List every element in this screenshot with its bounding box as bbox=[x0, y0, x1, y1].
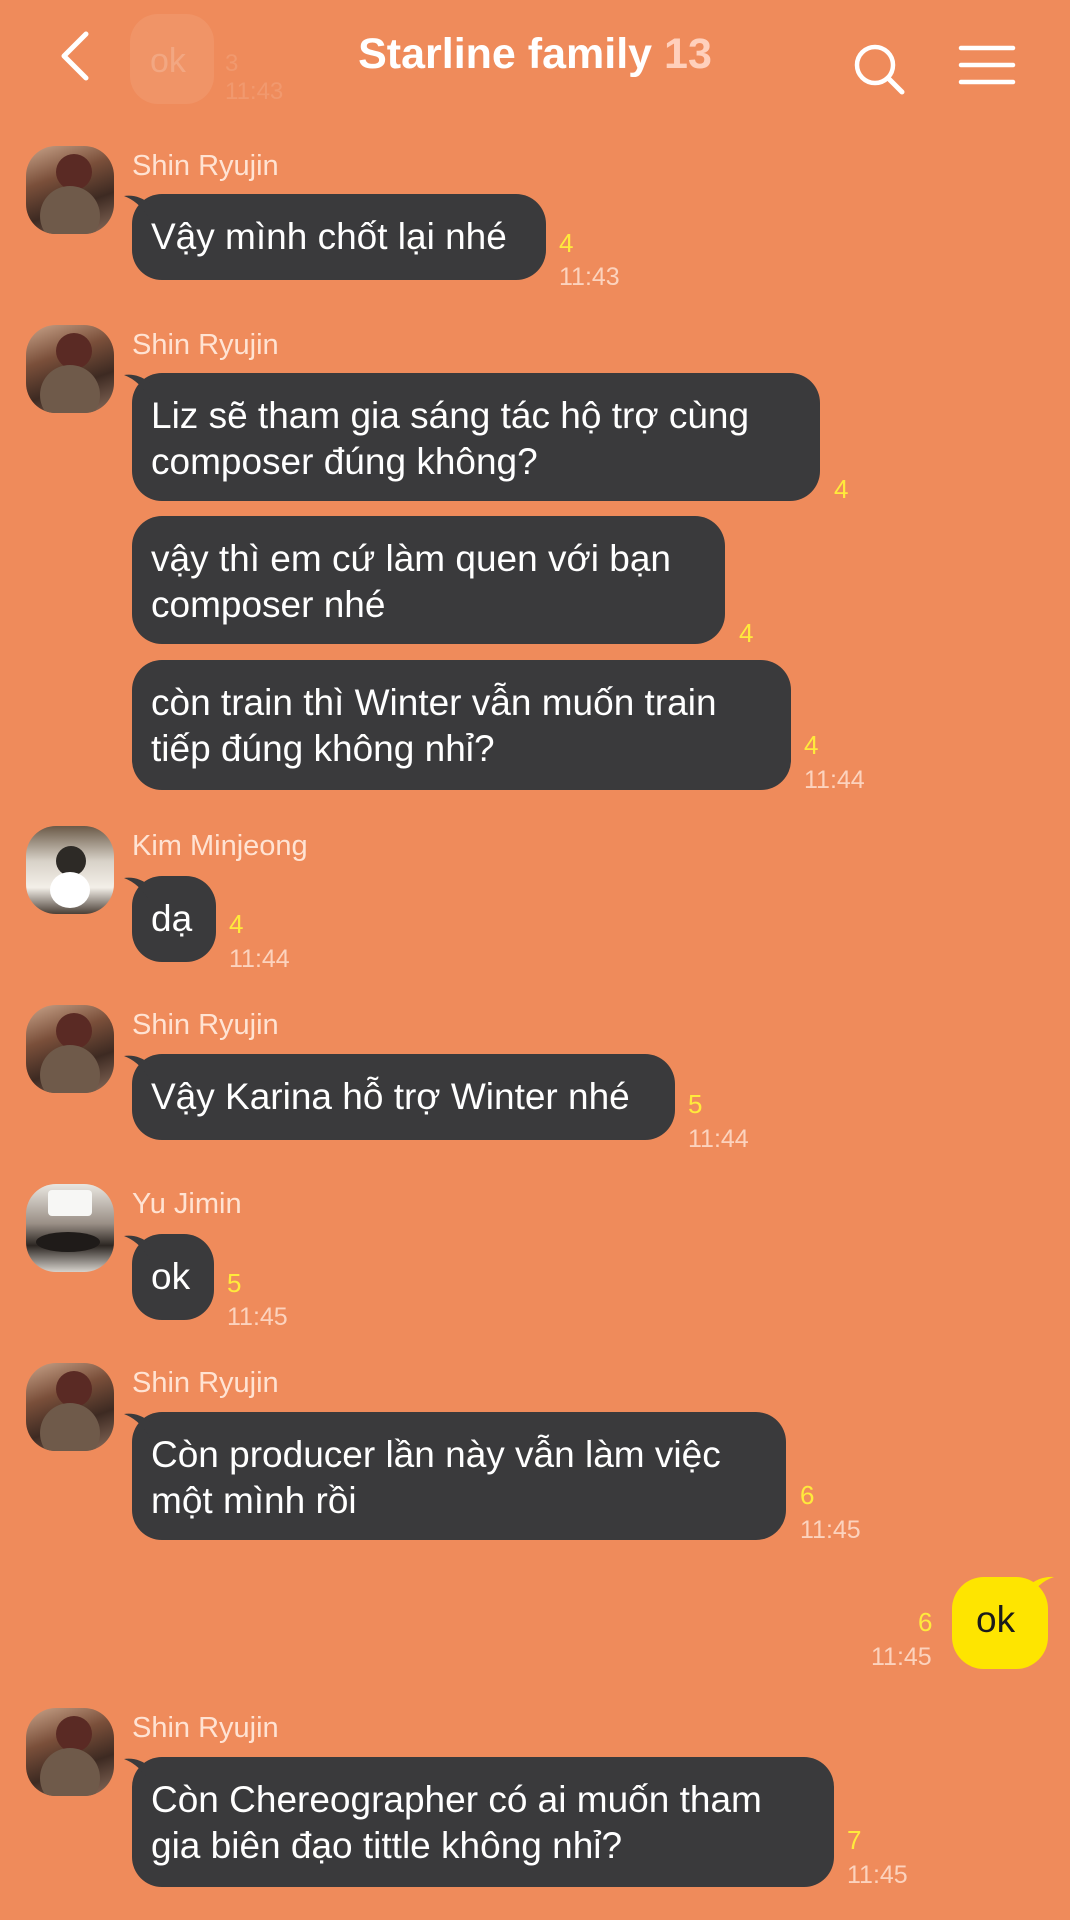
message-text: Vậy Karina hỗ trợ Winter nhé bbox=[151, 1076, 630, 1117]
bubble-tail bbox=[124, 1758, 150, 1783]
message-text: Vậy mình chốt lại nhé bbox=[151, 216, 507, 257]
message-text: ok bbox=[151, 1256, 191, 1297]
chat-header: ok 3 11:43 Starline family 13 bbox=[0, 0, 1070, 120]
message-bubble[interactable]: Vậy Karina hỗ trợ Winter nhé bbox=[132, 1054, 675, 1140]
search-button[interactable] bbox=[850, 40, 910, 100]
sender-name: Shin Ryujin bbox=[132, 329, 279, 361]
message-time: 11:44 bbox=[688, 1125, 749, 1153]
message-time: 11:45 bbox=[227, 1303, 288, 1331]
message-bubble[interactable]: Còn producer lần này vẫn làm việc một mì… bbox=[132, 1412, 786, 1540]
message-bubble[interactable]: vậy thì em cứ làm quen với bạn composer … bbox=[132, 516, 725, 644]
bubble-tail bbox=[124, 877, 150, 902]
message-text-line: một mình rồi bbox=[151, 1480, 357, 1521]
message-bubble[interactable]: Vậy mình chốt lại nhé bbox=[132, 194, 546, 280]
sender-name: Shin Ryujin bbox=[132, 1712, 279, 1744]
avatar-shin-ryujin[interactable] bbox=[26, 146, 114, 234]
message-text: ok bbox=[976, 1599, 1016, 1640]
member-count: 13 bbox=[664, 30, 712, 78]
unread-count: 5 bbox=[688, 1089, 703, 1119]
sender-name: Shin Ryujin bbox=[132, 1367, 279, 1399]
message-text-line: composer nhé bbox=[151, 584, 386, 625]
message-time: 11:45 bbox=[871, 1643, 932, 1671]
hamburger-menu-icon bbox=[958, 45, 1016, 85]
message-text-line: Liz sẽ tham gia sáng tác hộ trợ cùng bbox=[151, 395, 750, 436]
unread-count: 4 bbox=[229, 909, 244, 939]
sender-name: Yu Jimin bbox=[132, 1188, 242, 1220]
message-text-line: Còn Chereographer có ai muốn tham bbox=[151, 1779, 762, 1820]
unread-count: 7 bbox=[847, 1825, 862, 1855]
search-icon bbox=[854, 44, 905, 95]
message-time: 11:45 bbox=[847, 1861, 908, 1889]
message-text-line: tiếp đúng không nhỉ? bbox=[151, 728, 495, 769]
avatar-kim-minjeong[interactable] bbox=[26, 826, 114, 914]
message-time: 11:44 bbox=[804, 766, 865, 794]
avatar-shin-ryujin[interactable] bbox=[26, 1708, 114, 1796]
chat-name: Starline family bbox=[358, 30, 653, 78]
unread-count: 6 bbox=[800, 1480, 815, 1510]
unread-count: 5 bbox=[227, 1268, 242, 1298]
message-time: 11:43 bbox=[559, 263, 620, 291]
sender-name: Shin Ryujin bbox=[132, 150, 279, 182]
message-text-line: Còn producer lần này vẫn làm việc bbox=[151, 1434, 721, 1475]
unread-count: 4 bbox=[559, 228, 574, 258]
message-text: dạ bbox=[151, 898, 193, 939]
avatar-shin-ryujin[interactable] bbox=[26, 1005, 114, 1093]
message-text-line: vậy thì em cứ làm quen với bạn bbox=[151, 538, 671, 579]
bubble-tail bbox=[124, 374, 150, 399]
sender-name: Kim Minjeong bbox=[132, 830, 308, 862]
message-text-line: gia biên đạo tittle không nhỉ? bbox=[151, 1825, 623, 1866]
message-text-line: composer đúng không? bbox=[151, 441, 538, 482]
bubble-tail bbox=[124, 1413, 150, 1438]
sender-name: Shin Ryujin bbox=[132, 1009, 279, 1041]
message-text-line: còn train thì Winter vẫn muốn train bbox=[151, 682, 717, 723]
unread-count: 4 bbox=[804, 730, 819, 760]
bubble-tail bbox=[124, 195, 150, 220]
avatar-yu-jimin[interactable] bbox=[26, 1184, 114, 1272]
menu-button[interactable] bbox=[958, 42, 1016, 92]
unread-count: 4 bbox=[834, 474, 849, 504]
message-bubble[interactable]: Còn Chereographer có ai muốn tham gia bi… bbox=[132, 1757, 834, 1887]
message-bubble[interactable]: còn train thì Winter vẫn muốn train tiếp… bbox=[132, 660, 791, 790]
message-time: 11:44 bbox=[229, 945, 290, 973]
bubble-tail bbox=[1028, 1576, 1054, 1600]
message-time: 11:45 bbox=[800, 1516, 861, 1544]
ghost-time: 11:43 bbox=[225, 78, 284, 105]
bubble-tail bbox=[124, 1055, 150, 1080]
bubble-tail bbox=[124, 1235, 150, 1260]
avatar-shin-ryujin[interactable] bbox=[26, 1363, 114, 1451]
unread-count: 6 bbox=[918, 1607, 933, 1637]
unread-count: 4 bbox=[739, 618, 754, 648]
message-bubble[interactable]: Liz sẽ tham gia sáng tác hộ trợ cùng com… bbox=[132, 373, 820, 501]
avatar-shin-ryujin[interactable] bbox=[26, 325, 114, 413]
